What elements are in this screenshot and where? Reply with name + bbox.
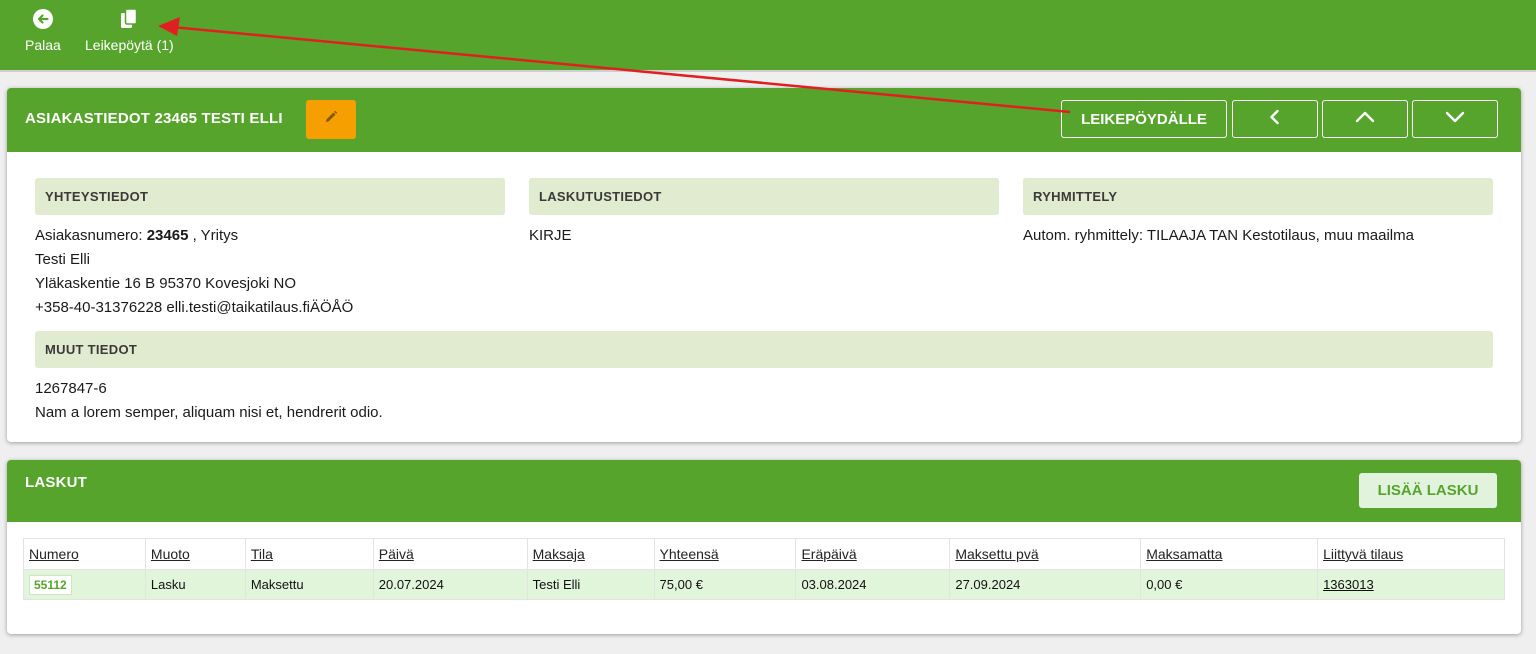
add-invoice-button[interactable]: LISÄÄ LASKU [1359, 473, 1497, 508]
chevron-up-icon [1355, 109, 1375, 129]
cell-numero: 55112 [23, 569, 146, 600]
invoices-title: LASKUT [25, 474, 88, 491]
table-row[interactable]: 55112 Lasku Maksettu 20.07.2024 Testi El… [23, 569, 1505, 600]
billing-section-header: LASKUTUSTIEDOT [529, 178, 999, 215]
col-header-paiva[interactable]: Päivä [372, 538, 528, 570]
customer-address: Yläkaskentie 16 B 95370 Kovesjoki NO [35, 275, 296, 292]
customer-name: Testi Elli [35, 251, 91, 268]
edit-button[interactable] [306, 100, 356, 139]
pencil-icon [323, 109, 339, 130]
col-header-numero[interactable]: Numero [23, 538, 146, 570]
invoices-card: LASKUT LISÄÄ LASKU Numero Muoto Tila Päi… [7, 460, 1521, 634]
other-details: 1267847-6 Nam a lorem semper, aliquam ni… [35, 377, 383, 425]
notes-text: Nam a lorem semper, aliquam nisi et, hen… [35, 404, 383, 421]
cell-liittyva-tilaus: 1363013 [1317, 569, 1505, 600]
col-header-yhteensa[interactable]: Yhteensä [653, 538, 797, 570]
cell-maksaja: Testi Elli [526, 569, 655, 600]
customer-title: ASIAKASTIEDOT 23465 TESTI ELLI [25, 110, 283, 127]
cell-paiva: 20.07.2024 [372, 569, 528, 600]
table-header-row: Numero Muoto Tila Päivä Maksaja Yhteensä… [23, 538, 1505, 570]
col-header-tila[interactable]: Tila [244, 538, 374, 570]
customer-card: ASIAKASTIEDOT 23465 TESTI ELLI LEIKEPÖYD… [7, 88, 1521, 442]
customer-number-prefix: Asiakasnumero: [35, 227, 147, 244]
billing-method: KIRJE [529, 227, 572, 244]
back-button[interactable]: Palaa [25, 7, 61, 53]
grouping-section-header: RYHMITTELY [1023, 178, 1493, 215]
col-header-maksaja[interactable]: Maksaja [526, 538, 655, 570]
cell-erapaiva: 03.08.2024 [795, 569, 951, 600]
clipboard-label: Leikepöytä (1) [85, 37, 174, 53]
to-clipboard-button[interactable]: LEIKEPÖYDÄLLE [1061, 100, 1227, 138]
customer-type: , Yritys [188, 227, 239, 244]
move-up-button[interactable] [1322, 100, 1408, 138]
customer-number: 23465 [146, 227, 189, 244]
customer-card-header: ASIAKASTIEDOT 23465 TESTI ELLI LEIKEPÖYD… [7, 88, 1521, 152]
related-order-link[interactable]: 1363013 [1323, 577, 1374, 592]
invoices-card-header: LASKUT LISÄÄ LASKU [7, 460, 1521, 522]
cell-maksamatta: 0,00 € [1140, 569, 1319, 600]
col-header-maksamatta[interactable]: Maksamatta [1140, 538, 1319, 570]
contact-section-header: YHTEYSTIEDOT [35, 178, 505, 215]
col-header-maksettu-pva[interactable]: Maksettu pvä [949, 538, 1142, 570]
col-header-erapaiva[interactable]: Eräpäivä [795, 538, 951, 570]
chevron-down-icon [1445, 109, 1465, 129]
cell-maksettu-pva: 27.09.2024 [949, 569, 1142, 600]
customer-phone-email: +358-40-31376228 elli.testi@taikatilaus.… [35, 299, 354, 316]
move-down-button[interactable] [1412, 100, 1498, 138]
invoices-table: Numero Muoto Tila Päivä Maksaja Yhteensä… [23, 538, 1505, 600]
previous-button[interactable] [1232, 100, 1318, 138]
chevron-left-icon [1267, 109, 1283, 129]
col-header-liittyva-tilaus[interactable]: Liittyvä tilaus [1317, 538, 1505, 570]
business-id: 1267847-6 [35, 380, 107, 397]
grouping-text: Autom. ryhmittely: TILAAJA TAN Kestotila… [1023, 227, 1414, 244]
back-label: Palaa [25, 37, 61, 53]
contact-details: Asiakasnumero: 23465 , Yritys Testi Elli… [35, 224, 353, 320]
other-section-header: MUUT TIEDOT [35, 331, 1493, 368]
copy-icon [117, 7, 141, 31]
cell-muoto: Lasku [144, 569, 246, 600]
customer-number-line: Asiakasnumero: 23465 , Yritys [35, 224, 353, 248]
invoice-number-link[interactable]: 55112 [29, 574, 72, 595]
cell-yhteensa: 75,00 € [653, 569, 797, 600]
col-header-muoto[interactable]: Muoto [144, 538, 246, 570]
cell-tila: Maksettu [244, 569, 374, 600]
clipboard-button[interactable]: Leikepöytä (1) [85, 7, 174, 53]
arrow-left-circle-icon [31, 7, 55, 31]
top-toolbar: Palaa Leikepöytä (1) [0, 0, 1536, 72]
